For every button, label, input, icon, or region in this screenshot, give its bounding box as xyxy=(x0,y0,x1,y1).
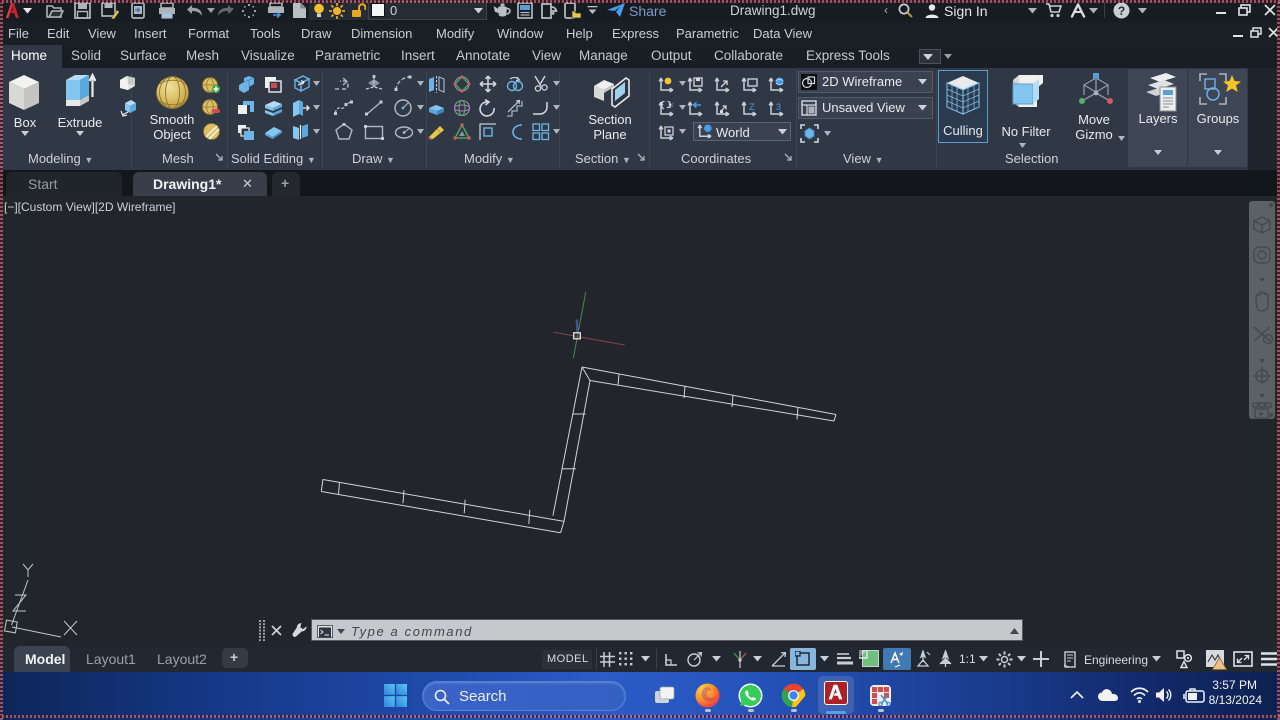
svg-text:?: ? xyxy=(1118,4,1125,18)
svg-text:x: x xyxy=(670,102,674,109)
svg-text:Z: Z xyxy=(749,102,755,112)
svg-text:3: 3 xyxy=(776,102,781,112)
